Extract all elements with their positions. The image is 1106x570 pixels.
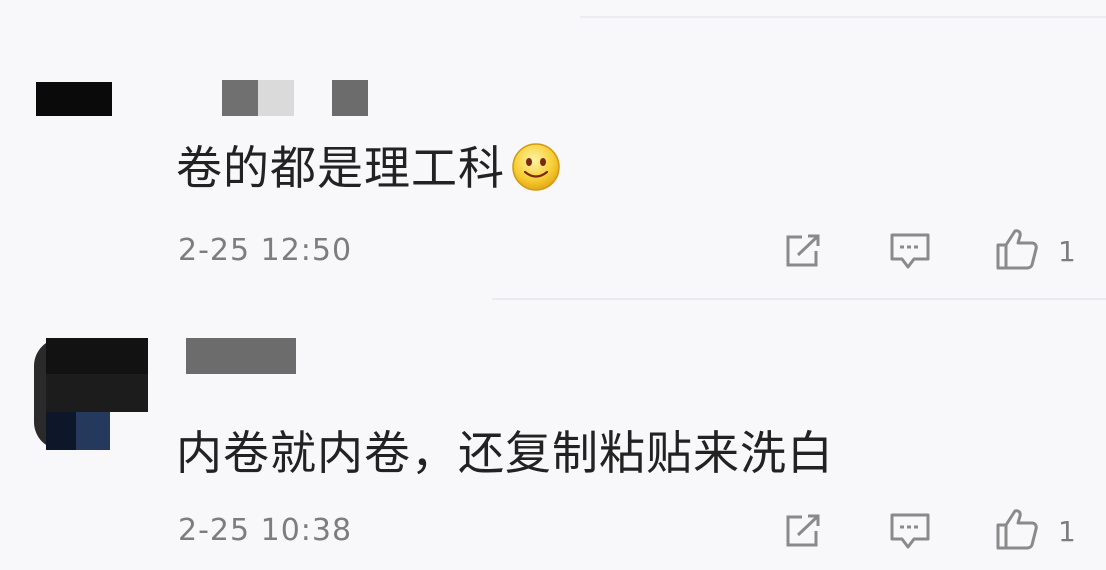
thumbs-up-icon[interactable] — [994, 226, 1040, 272]
like-count: 1 — [1058, 235, 1076, 268]
reply-icon[interactable] — [888, 230, 932, 272]
thumbs-up-icon[interactable] — [994, 506, 1040, 552]
smiley-emoji — [512, 142, 560, 191]
avatar-redaction — [46, 374, 148, 412]
avatar[interactable] — [36, 82, 112, 116]
share-icon[interactable] — [782, 512, 824, 550]
avatar-redaction — [46, 338, 148, 374]
reply-icon[interactable] — [888, 510, 932, 552]
comment-divider — [492, 298, 1106, 300]
like-count: 1 — [1058, 515, 1076, 548]
username-redaction — [332, 80, 368, 116]
comment-text: 内卷就内卷，还复制粘贴来洗白 — [176, 426, 834, 480]
top-divider — [580, 16, 1106, 18]
avatar-redaction — [46, 412, 76, 450]
username-redaction — [222, 80, 258, 116]
share-icon[interactable] — [782, 232, 824, 270]
username[interactable] — [186, 338, 296, 374]
comment-text-content: 卷的都是理工科 — [176, 141, 505, 195]
username-redaction — [258, 80, 294, 116]
avatar-redaction — [76, 412, 110, 450]
comment-timestamp: 2-25 12:50 — [178, 233, 353, 268]
comment-timestamp: 2-25 10:38 — [178, 513, 353, 548]
comment-text: 卷的都是理工科 — [176, 142, 561, 192]
